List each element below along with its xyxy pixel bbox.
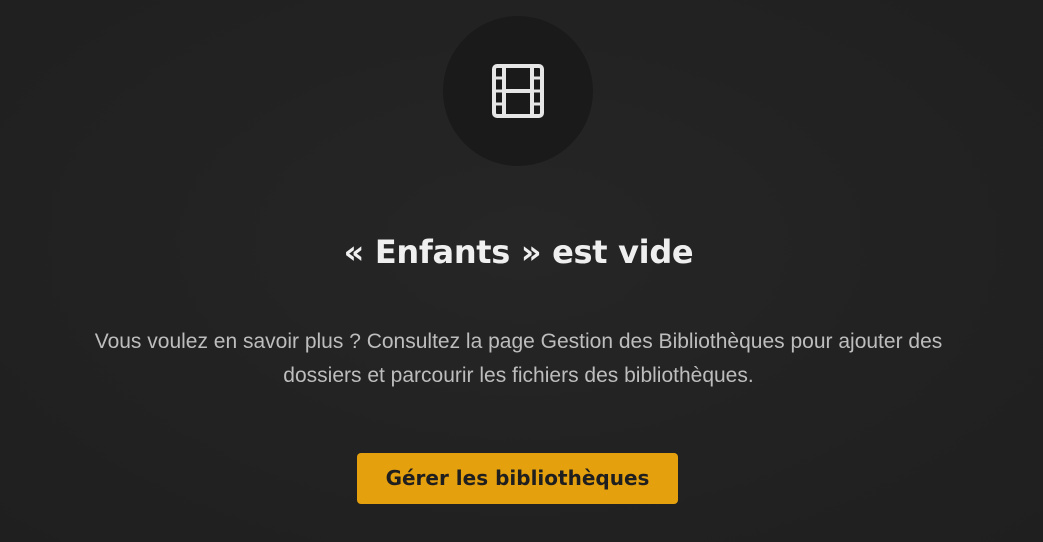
- empty-state-title: « Enfants » est vide: [343, 233, 694, 271]
- film-icon-container: [443, 16, 593, 166]
- empty-state-description: Vous voulez en savoir plus ? Consultez l…: [94, 330, 943, 387]
- empty-library-page: « Enfants » est vide Vous voulez en savo…: [0, 0, 1043, 542]
- film-icon: [491, 64, 545, 118]
- manage-libraries-button[interactable]: Gérer les bibliothèques: [357, 453, 678, 504]
